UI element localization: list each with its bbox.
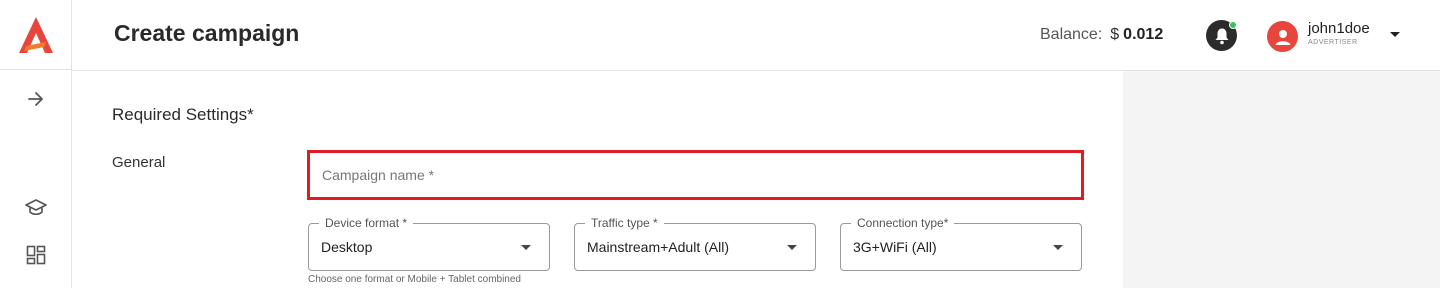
dashboard-grid-icon — [26, 245, 45, 265]
dropdown-arrow-icon — [521, 245, 531, 250]
app-root: Create campaign Balance: $0.012 john1doe … — [0, 0, 1440, 288]
arrow-right-icon — [27, 92, 43, 106]
user-icon — [1275, 29, 1290, 45]
dropdown-arrow-icon — [787, 245, 797, 250]
brand-logo[interactable] — [0, 0, 71, 70]
page-title: Create campaign — [114, 20, 300, 46]
balance-display: Balance: $0.012 — [1040, 26, 1163, 44]
avatar — [1267, 21, 1298, 52]
user-menu[interactable]: john1doe ADVERTISER — [1266, 17, 1406, 57]
device-format-value: Desktop — [321, 239, 373, 255]
balance-label: Balance: — [1040, 26, 1103, 43]
connection-type-value: 3G+WiFi (All) — [853, 239, 937, 255]
chevron-down-icon — [1390, 32, 1400, 37]
right-side-panel — [1123, 71, 1440, 288]
username: john1doe — [1308, 20, 1370, 37]
connection-type-select[interactable]: Connection type* 3G+WiFi (All) — [840, 216, 1082, 271]
traffic-type-value: Mainstream+Adult (All) — [587, 239, 729, 255]
device-format-helper-text: Choose one format or Mobile + Tablet com… — [308, 274, 521, 285]
dropdown-arrow-icon — [1053, 245, 1063, 250]
traffic-type-select[interactable]: Traffic type * Mainstream+Adult (All) — [574, 216, 816, 271]
balance-amount: 0.012 — [1123, 26, 1164, 43]
graduation-cap-icon — [24, 199, 47, 216]
traffic-type-label: Traffic type * — [585, 216, 664, 230]
connection-type-label: Connection type* — [851, 216, 955, 230]
notifications-button[interactable] — [1206, 20, 1237, 51]
top-header: Create campaign Balance: $0.012 john1doe … — [72, 0, 1440, 71]
device-format-label: Device format * — [319, 216, 414, 230]
sidebar-item-dashboard[interactable] — [0, 235, 71, 275]
group-label-general: General — [112, 154, 166, 171]
sidebar-expand-button[interactable] — [0, 79, 71, 119]
campaign-name-input[interactable] — [307, 150, 1084, 200]
logo-icon — [18, 16, 53, 53]
balance-currency: $ — [1110, 26, 1120, 43]
notification-indicator — [1229, 21, 1237, 29]
device-format-select[interactable]: Device format * Desktop — [308, 216, 550, 271]
section-title: Required Settings* — [112, 105, 254, 124]
sidebar — [0, 0, 72, 288]
sidebar-item-academy[interactable] — [0, 187, 71, 227]
user-role: ADVERTISER — [1308, 39, 1358, 46]
bell-icon — [1215, 28, 1228, 44]
